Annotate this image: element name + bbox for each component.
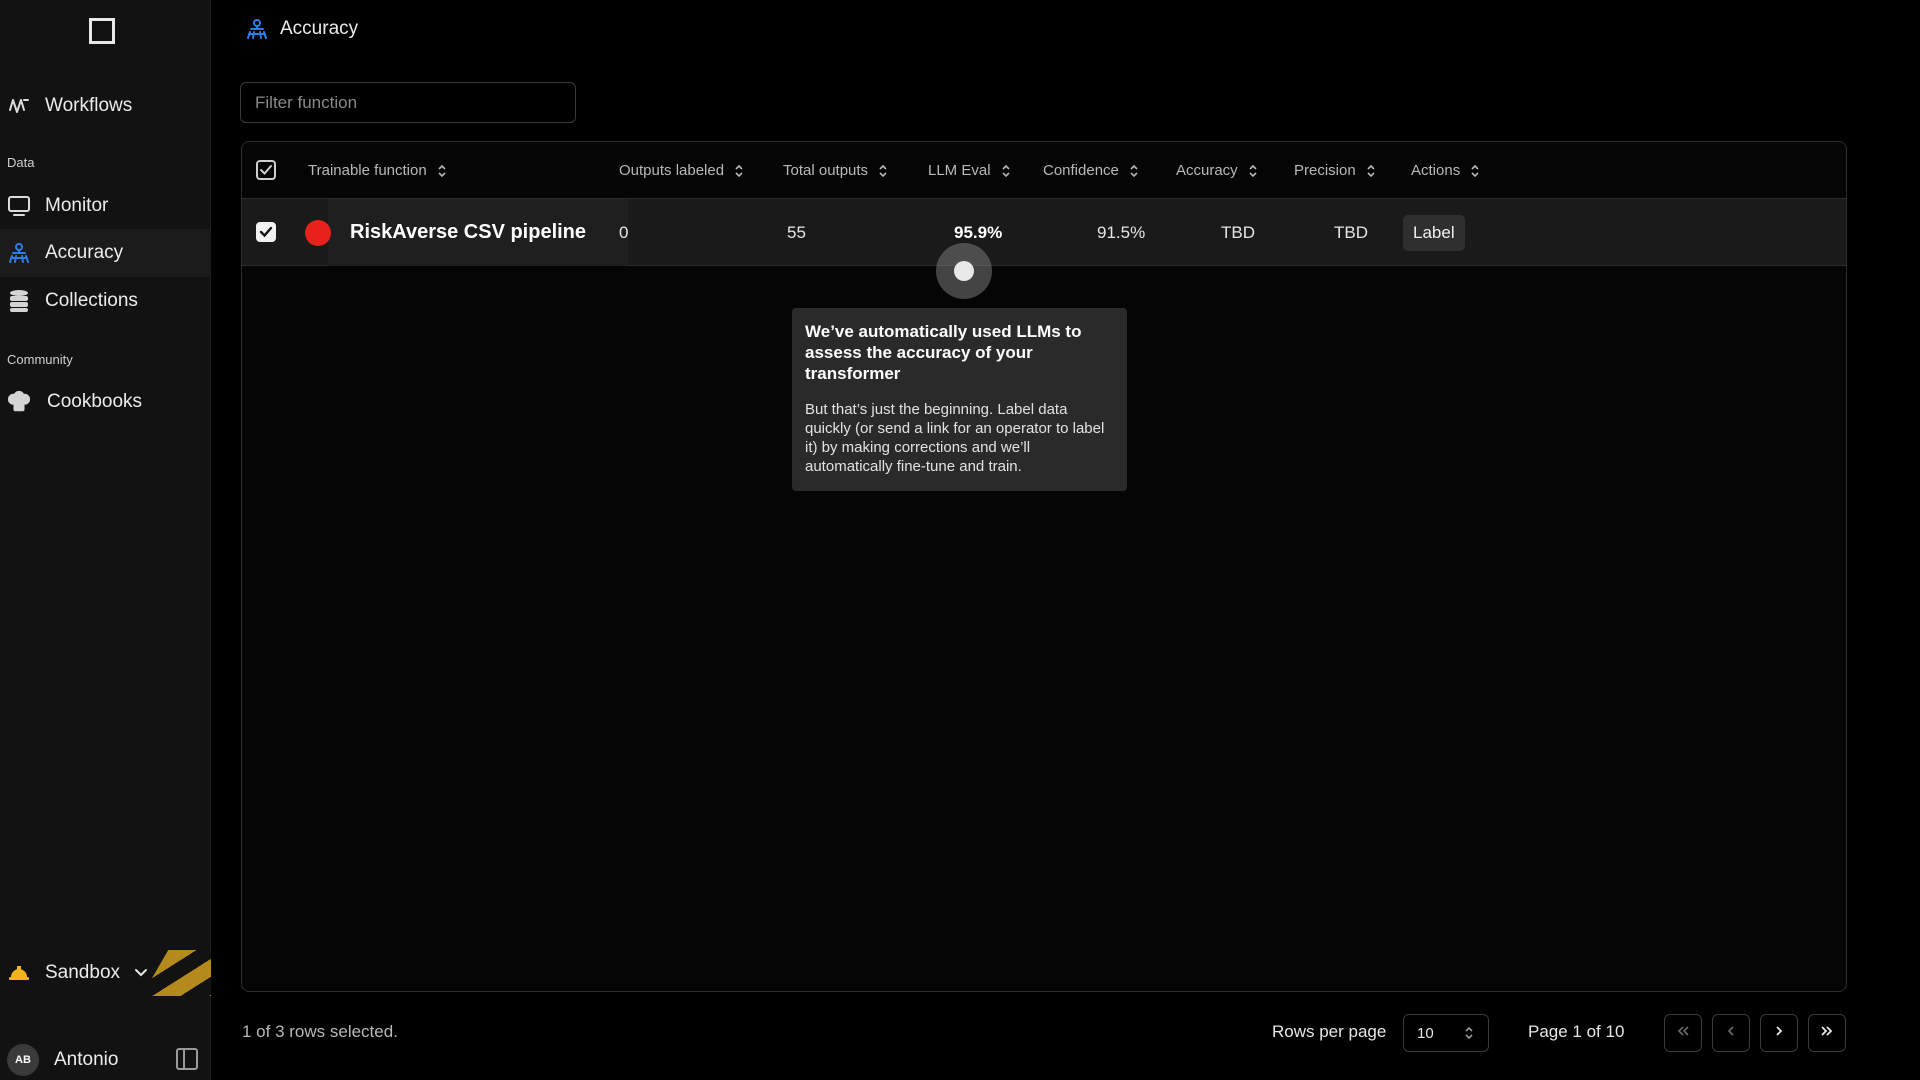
column-header-confidence[interactable]: Confidence (1043, 142, 1139, 199)
database-icon (7, 289, 31, 313)
chevrons-left-icon (1676, 1024, 1690, 1042)
sidebar-item-collections[interactable]: Collections (0, 277, 211, 325)
tooltip-title: We’ve automatically used LLMs to assess … (805, 322, 1082, 383)
sidebar-item-label: Accuracy (45, 242, 124, 263)
table-header: Trainable function Outputs labeled Total… (242, 142, 1846, 199)
chef-hat-icon (7, 390, 31, 414)
sidebar-item-monitor[interactable]: Monitor (0, 182, 211, 230)
function-name[interactable]: RiskAverse CSV pipeline (328, 199, 628, 266)
page-header: Accuracy (246, 18, 358, 40)
chevrons-right-icon (1820, 1024, 1834, 1042)
environment-switcher[interactable]: Sandbox (0, 948, 211, 998)
label-button[interactable]: Label (1403, 215, 1465, 251)
sort-icon (1129, 164, 1139, 178)
selection-status: 1 of 3 rows selected. (242, 1022, 398, 1041)
cell-precision: TBD (1334, 222, 1368, 242)
environment-label: Sandbox (45, 962, 121, 983)
user-menu[interactable]: AB Antonio (0, 1040, 211, 1080)
next-page-button[interactable] (1760, 1014, 1798, 1052)
column-header-outputs-labeled[interactable]: Outputs labeled (619, 142, 744, 199)
table-row[interactable]: RiskAverse CSV pipeline 0 55 95.9% 91.5%… (242, 199, 1846, 266)
monitor-icon (7, 194, 31, 218)
accuracy-icon (7, 241, 31, 265)
sidebar: Workflows Data Monitor Accuracy Collecti… (0, 0, 211, 1080)
column-header-llm-eval[interactable]: LLM Eval (928, 142, 1011, 199)
sort-icon (1366, 164, 1376, 178)
sort-icon (1248, 164, 1258, 178)
sandbox-stripe-decoration (141, 950, 211, 996)
onboarding-tooltip: We’ve automatically used LLMs to assess … (792, 308, 1127, 491)
sidebar-item-workflows[interactable]: Workflows (0, 82, 211, 130)
sort-icon (1464, 1026, 1474, 1040)
sort-icon (734, 164, 744, 178)
previous-page-button[interactable] (1712, 1014, 1750, 1052)
workflows-icon (7, 94, 31, 118)
cell-total-outputs: 55 (787, 222, 806, 242)
sort-icon (437, 164, 447, 178)
status-indicator (305, 220, 331, 246)
sidebar-item-label: Monitor (45, 195, 109, 216)
page-title: Accuracy (280, 18, 359, 39)
sidebar-item-label: Workflows (45, 95, 133, 116)
avatar: AB (7, 1044, 39, 1076)
hard-hat-icon (7, 961, 31, 985)
column-header-actions[interactable]: Actions (1411, 142, 1480, 199)
column-header-accuracy[interactable]: Accuracy (1176, 142, 1258, 199)
sidebar-item-cookbooks[interactable]: Cookbooks (0, 378, 211, 426)
last-page-button[interactable] (1808, 1014, 1846, 1052)
cell-outputs-labeled: 0 (619, 222, 629, 242)
column-header-precision[interactable]: Precision (1294, 142, 1376, 199)
column-header-trainable-function[interactable]: Trainable function (308, 142, 447, 199)
app-logo[interactable] (89, 18, 115, 44)
rows-per-page-label: Rows per page (1272, 1022, 1387, 1041)
user-name: Antonio (54, 1049, 119, 1070)
page-indicator: Page 1 of 10 (1528, 1022, 1625, 1041)
sort-icon (878, 164, 888, 178)
cursor-highlight (936, 243, 992, 299)
filter-function-input[interactable] (240, 82, 576, 123)
section-label-community: Community (7, 352, 73, 367)
sort-icon (1001, 164, 1011, 178)
sort-icon (1470, 164, 1480, 178)
cell-confidence: 91.5% (1097, 222, 1146, 242)
cell-accuracy: TBD (1221, 222, 1255, 242)
accuracy-icon (246, 18, 268, 40)
first-page-button[interactable] (1664, 1014, 1702, 1052)
column-header-total-outputs[interactable]: Total outputs (783, 142, 888, 199)
section-label-data: Data (7, 155, 35, 170)
tooltip-body: But that’s just the beginning. Label dat… (805, 401, 1105, 475)
row-checkbox[interactable] (256, 222, 276, 242)
chevron-left-icon (1726, 1024, 1736, 1042)
functions-table: Trainable function Outputs labeled Total… (241, 141, 1847, 992)
chevron-right-icon (1774, 1024, 1784, 1042)
select-all-checkbox[interactable] (256, 160, 276, 180)
sidebar-item-accuracy[interactable]: Accuracy (0, 229, 211, 277)
rows-per-page-select[interactable]: 10 (1403, 1014, 1489, 1052)
chevron-down-icon (134, 968, 148, 978)
sidebar-collapse-icon[interactable] (176, 1048, 198, 1070)
sidebar-item-label: Collections (45, 290, 138, 311)
sidebar-item-label: Cookbooks (47, 391, 143, 412)
